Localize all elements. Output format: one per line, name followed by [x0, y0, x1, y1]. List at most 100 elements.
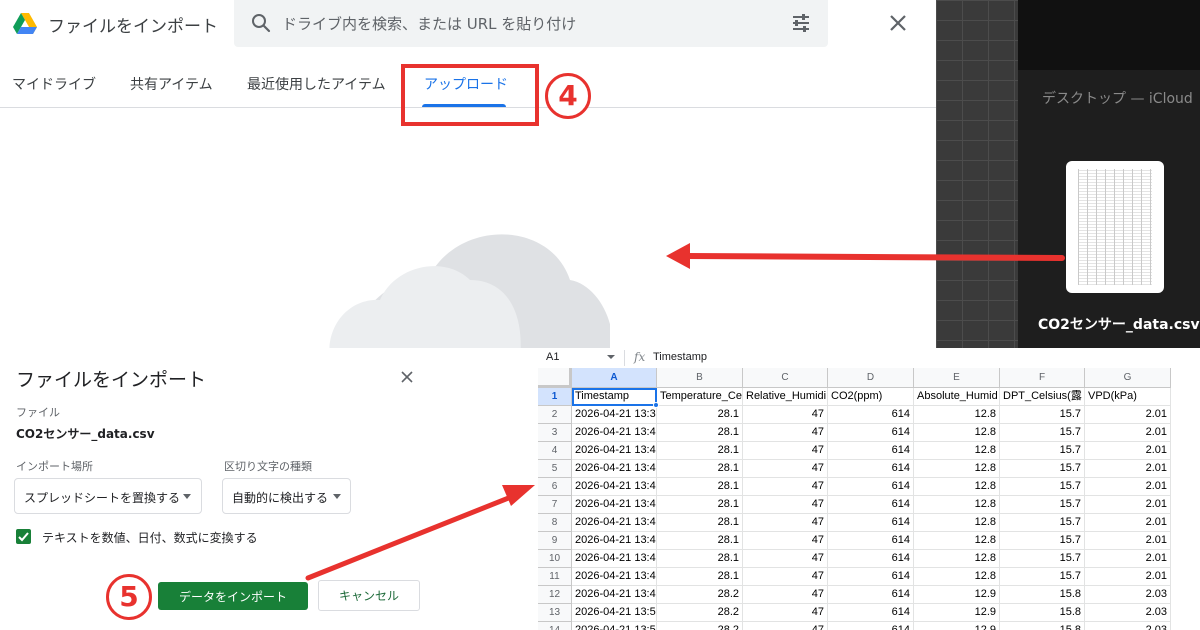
table-cell[interactable]: 2.03 [1085, 604, 1171, 622]
table-cell[interactable]: 47 [743, 460, 828, 478]
table-cell[interactable]: 12.8 [914, 568, 1000, 586]
table-cell[interactable]: 614 [828, 406, 914, 424]
header-cell[interactable]: DPT_Celsius(露 [1000, 388, 1085, 406]
table-cell[interactable]: 614 [828, 604, 914, 622]
header-cell[interactable]: Timestamp [572, 388, 657, 406]
header-cell[interactable]: Absolute_Humid [914, 388, 1000, 406]
csv-file-icon[interactable] [1066, 161, 1164, 293]
select-all-corner[interactable] [538, 368, 572, 388]
table-cell[interactable]: 47 [743, 406, 828, 424]
table-cell[interactable]: 12.8 [914, 550, 1000, 568]
table-cell[interactable]: 2026-04-21 13:4 [572, 478, 657, 496]
table-cell[interactable]: 28.1 [657, 424, 743, 442]
table-cell[interactable]: 15.7 [1000, 532, 1085, 550]
table-cell[interactable]: 12.8 [914, 514, 1000, 532]
row-header[interactable]: 13 [538, 604, 572, 622]
table-cell[interactable]: 28.1 [657, 478, 743, 496]
row-header[interactable]: 6 [538, 478, 572, 496]
import-data-button[interactable]: データをインポート [158, 582, 308, 610]
column-header-b[interactable]: B [657, 368, 743, 388]
table-cell[interactable]: 2026-04-21 13:5 [572, 604, 657, 622]
table-cell[interactable]: 2026-04-21 13:4 [572, 496, 657, 514]
table-cell[interactable]: 12.8 [914, 406, 1000, 424]
table-cell[interactable]: 47 [743, 442, 828, 460]
table-cell[interactable]: 2026-04-21 13:4 [572, 532, 657, 550]
table-cell[interactable]: 2.01 [1085, 496, 1171, 514]
table-cell[interactable]: 2026-04-21 13:4 [572, 586, 657, 604]
table-cell[interactable]: 15.7 [1000, 496, 1085, 514]
table-cell[interactable]: 2.01 [1085, 532, 1171, 550]
column-header-d[interactable]: D [828, 368, 914, 388]
table-cell[interactable]: 15.8 [1000, 622, 1085, 630]
table-cell[interactable]: 614 [828, 514, 914, 532]
table-cell[interactable]: 28.1 [657, 532, 743, 550]
header-cell[interactable]: CO2(ppm) [828, 388, 914, 406]
table-cell[interactable]: 2026-04-21 13:4 [572, 550, 657, 568]
table-cell[interactable]: 12.8 [914, 478, 1000, 496]
table-cell[interactable]: 2026-04-21 13:5 [572, 622, 657, 630]
table-cell[interactable]: 614 [828, 424, 914, 442]
formula-value[interactable]: Timestamp [653, 351, 707, 363]
table-cell[interactable]: 28.1 [657, 550, 743, 568]
cancel-button[interactable]: キャンセル [318, 580, 420, 611]
table-cell[interactable]: 12.8 [914, 532, 1000, 550]
table-cell[interactable]: 47 [743, 496, 828, 514]
table-cell[interactable]: 28.1 [657, 514, 743, 532]
row-header[interactable]: 3 [538, 424, 572, 442]
selection-handle[interactable] [653, 402, 659, 408]
table-cell[interactable]: 28.2 [657, 586, 743, 604]
header-cell[interactable]: VPD(kPa) [1085, 388, 1171, 406]
table-cell[interactable]: 47 [743, 532, 828, 550]
separator-select[interactable]: 自動的に検出する [222, 478, 351, 514]
chevron-down-icon[interactable] [607, 355, 615, 359]
header-cell[interactable]: Temperature_Ce [657, 388, 743, 406]
table-cell[interactable]: 2.01 [1085, 514, 1171, 532]
table-cell[interactable]: 12.8 [914, 460, 1000, 478]
table-cell[interactable]: 2026-04-21 13:4 [572, 514, 657, 532]
table-cell[interactable]: 2.01 [1085, 550, 1171, 568]
dialog-close-icon[interactable] [398, 368, 416, 386]
table-cell[interactable]: 15.7 [1000, 424, 1085, 442]
tab-recent[interactable]: 最近使用したアイテム [247, 74, 386, 94]
table-cell[interactable]: 2.01 [1085, 406, 1171, 424]
row-header[interactable]: 4 [538, 442, 572, 460]
table-cell[interactable]: 614 [828, 496, 914, 514]
table-cell[interactable]: 47 [743, 550, 828, 568]
table-cell[interactable]: 15.7 [1000, 478, 1085, 496]
row-header[interactable]: 10 [538, 550, 572, 568]
table-cell[interactable]: 15.8 [1000, 586, 1085, 604]
table-cell[interactable]: 2026-04-21 13:4 [572, 460, 657, 478]
table-cell[interactable]: 614 [828, 550, 914, 568]
table-cell[interactable]: 614 [828, 478, 914, 496]
row-header[interactable]: 14 [538, 622, 572, 630]
table-cell[interactable]: 2026-04-21 13:4 [572, 442, 657, 460]
search-input[interactable]: ドライブ内を検索、または URL を貼り付け [282, 13, 576, 34]
table-cell[interactable]: 15.7 [1000, 406, 1085, 424]
table-cell[interactable]: 2.01 [1085, 460, 1171, 478]
table-cell[interactable]: 15.7 [1000, 514, 1085, 532]
table-cell[interactable]: 2026-04-21 13:3 [572, 406, 657, 424]
search-options-icon[interactable] [790, 12, 812, 34]
column-header-g[interactable]: G [1085, 368, 1171, 388]
column-header-c[interactable]: C [743, 368, 828, 388]
column-header-a[interactable]: A [572, 368, 657, 388]
table-cell[interactable]: 2026-04-21 13:4 [572, 568, 657, 586]
table-cell[interactable]: 28.1 [657, 568, 743, 586]
column-header-e[interactable]: E [914, 368, 1000, 388]
table-cell[interactable]: 28.1 [657, 496, 743, 514]
cell-reference[interactable]: A1 [546, 351, 559, 363]
table-cell[interactable]: 614 [828, 622, 914, 630]
table-cell[interactable]: 47 [743, 622, 828, 630]
table-cell[interactable]: 15.8 [1000, 604, 1085, 622]
table-cell[interactable]: 15.7 [1000, 442, 1085, 460]
table-cell[interactable]: 12.9 [914, 622, 1000, 630]
table-cell[interactable]: 47 [743, 478, 828, 496]
row-header[interactable]: 5 [538, 460, 572, 478]
table-cell[interactable]: 614 [828, 532, 914, 550]
row-header[interactable]: 11 [538, 568, 572, 586]
tab-shared[interactable]: 共有アイテム [130, 74, 213, 94]
row-header[interactable]: 1 [538, 388, 572, 406]
table-cell[interactable]: 28.1 [657, 460, 743, 478]
row-header[interactable]: 2 [538, 406, 572, 424]
table-cell[interactable]: 12.8 [914, 496, 1000, 514]
